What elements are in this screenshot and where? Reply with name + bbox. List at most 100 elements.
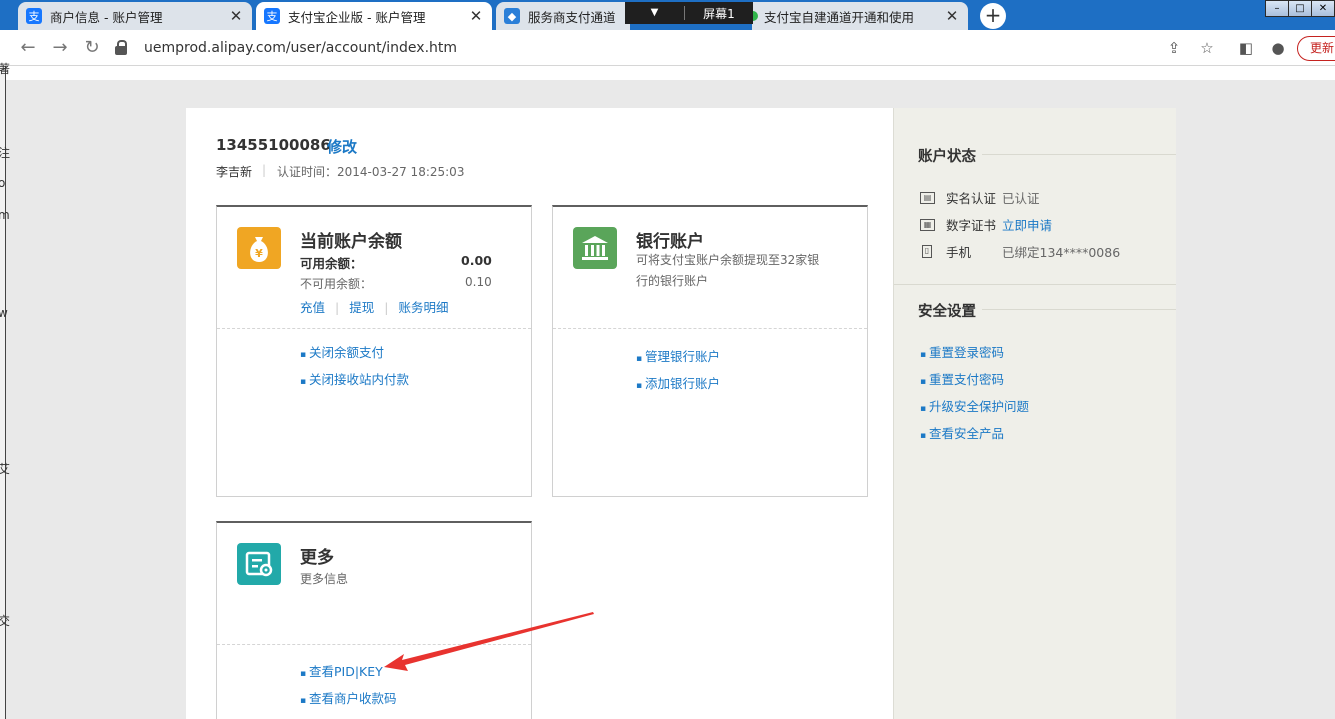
service-favicon-icon: ◆ — [504, 8, 520, 24]
divider: | — [335, 300, 340, 315]
url-field[interactable]: uemprod.alipay.com/user/account/index.ht… — [114, 35, 1160, 61]
money-bag-icon: ¥ — [237, 227, 281, 269]
address-bar: ← → ↻ uemprod.alipay.com/user/account/in… — [0, 30, 1335, 66]
bank-description-line1: 可将支付宝账户余额提现至32家银 — [636, 253, 820, 267]
certificate-icon: ▦ — [920, 218, 935, 231]
section-divider — [982, 309, 1176, 310]
account-name: 李吉新 — [216, 165, 253, 179]
bank-account-card: 银行账户 可将支付宝账户余额提现至32家银 行的银行账户 管理银行账户 添加银行… — [552, 205, 868, 497]
manage-bank-account-link[interactable]: 管理银行账户 — [636, 346, 720, 365]
strip-text: m — [0, 208, 10, 222]
account-main-panel: 13455100086 修改 李吉新 | 认证时间：2014-03-27 18:… — [186, 108, 893, 719]
page-top-band — [6, 66, 1335, 80]
strip-text: 注 — [0, 146, 11, 160]
screen-share-overlay[interactable]: ▼ 屏幕1 — [625, 2, 753, 24]
account-id: 13455100086 — [216, 136, 331, 154]
dashed-divider — [217, 644, 531, 645]
status-label: 实名认证 — [946, 191, 997, 206]
view-security-products-link[interactable]: 查看安全产品 — [920, 423, 1004, 442]
view-merchant-qrcode-link[interactable]: 查看商户收款码 — [300, 688, 397, 707]
strip-text: 艾 — [0, 462, 11, 476]
tab-title: 支付宝自建通道开通和使用 — [764, 9, 915, 25]
lock-icon — [114, 40, 128, 56]
alipay-favicon-icon: 支 — [264, 8, 280, 24]
withdraw-link[interactable]: 提现 — [349, 300, 374, 315]
more-settings-icon — [237, 543, 281, 585]
tab-title: 商户信息 - 账户管理 — [50, 9, 163, 25]
tab-merchant-info[interactable]: 支 商户信息 - 账户管理 ✕ — [18, 2, 252, 30]
tab-alipay-enterprise[interactable]: 支 支付宝企业版 - 账户管理 ✕ — [256, 2, 492, 30]
strip-text: o — [0, 176, 6, 190]
reset-payment-password-link[interactable]: 重置支付密码 — [920, 369, 1004, 388]
forward-arrow-icon[interactable]: → — [49, 38, 71, 58]
back-arrow-icon[interactable]: ← — [17, 38, 39, 58]
status-row-realname: ▤ 实名认证 已认证 — [920, 188, 1040, 207]
account-status-title: 账户状态 — [918, 149, 976, 165]
close-internal-payment-link[interactable]: 关闭接收站内付款 — [300, 369, 409, 388]
maximize-button[interactable]: □ — [1288, 0, 1312, 17]
apply-certificate-link[interactable]: 立即申请 — [1002, 215, 1052, 234]
edit-account-link[interactable]: 修改 — [327, 136, 357, 157]
screen-label: 屏幕1 — [703, 6, 735, 21]
close-window-button[interactable]: ✕ — [1311, 0, 1335, 17]
tab-title: 支付宝企业版 - 账户管理 — [288, 9, 426, 25]
profile-avatar-icon[interactable]: ● — [1268, 39, 1288, 57]
add-bank-account-link[interactable]: 添加银行账户 — [636, 373, 720, 392]
recharge-link[interactable]: 充值 — [300, 300, 325, 315]
security-settings-title: 安全设置 — [918, 304, 976, 320]
status-label: 数字证书 — [946, 218, 997, 233]
dashed-divider — [553, 328, 867, 329]
view-pid-key-link[interactable]: 查看PID|KEY — [300, 661, 383, 680]
account-sidebar: 账户状态 ▤ 实名认证 已认证 ▦ 数字证书 立即申请 ▯ 手机 已绑定134*… — [893, 108, 1176, 719]
browser-tab-bar: 支 商户信息 - 账户管理 ✕ 支 支付宝企业版 - 账户管理 ✕ ◆ 服务商支… — [0, 0, 1335, 30]
frozen-balance-label: 不可用余额： — [300, 277, 373, 291]
update-button[interactable]: 更新 — [1297, 36, 1335, 61]
window-controls: – □ ✕ — [1265, 0, 1335, 18]
frozen-balance-value: 0.10 — [465, 275, 492, 289]
divider: | — [262, 163, 267, 177]
side-panel-icon[interactable]: ◧ — [1236, 39, 1256, 57]
bank-icon — [573, 227, 617, 269]
reload-icon[interactable]: ↻ — [81, 38, 103, 58]
minimize-button[interactable]: – — [1265, 0, 1289, 17]
alipay-favicon-icon: 支 — [26, 8, 42, 24]
balance-title: 当前账户余额 — [300, 232, 402, 252]
strip-text: 著 — [0, 62, 11, 76]
tab-service-provider[interactable]: ◆ 服务商支付通道 — [496, 2, 630, 30]
tab-self-built-channel[interactable]: 支付宝自建通道开通和使用 ✕ — [748, 2, 968, 30]
chevron-down-icon[interactable]: ▼ — [625, 6, 685, 20]
balance-card: ¥ 当前账户余额 可用余额： 0.00 不可用余额： 0.10 充值 | 提现 | 账务… — [216, 205, 532, 497]
statement-link[interactable]: 账务明细 — [398, 300, 448, 315]
upgrade-security-question-link[interactable]: 升级安全保护问题 — [920, 396, 1029, 415]
new-tab-button[interactable]: + — [980, 3, 1006, 29]
status-value: 已认证 — [1002, 191, 1040, 206]
status-label: 手机 — [946, 245, 972, 260]
available-balance-value: 0.00 — [461, 253, 492, 268]
bank-title: 银行账户 — [636, 232, 704, 252]
status-row-phone: ▯ 手机 已绑定134****0086 — [920, 242, 1120, 261]
divider: | — [384, 300, 389, 315]
close-tab-icon[interactable]: ✕ — [226, 7, 246, 25]
bookmark-star-icon[interactable]: ☆ — [1197, 39, 1217, 57]
close-balance-payment-link[interactable]: 关闭余额支付 — [300, 342, 384, 361]
close-tab-icon[interactable]: ✕ — [942, 7, 962, 25]
share-icon[interactable]: ⇪ — [1164, 39, 1184, 57]
strip-text: w — [0, 306, 8, 320]
status-row-certificate: ▦ 数字证书 立即申请 — [920, 215, 1052, 234]
phone-icon: ▯ — [922, 245, 932, 258]
section-divider — [894, 284, 1176, 285]
close-tab-icon[interactable]: ✕ — [466, 7, 486, 25]
available-balance-label: 可用余额： — [300, 256, 363, 271]
strip-text: 交 — [0, 614, 11, 628]
section-divider — [982, 154, 1176, 155]
reset-login-password-link[interactable]: 重置登录密码 — [920, 342, 1004, 361]
more-title: 更多 — [300, 548, 334, 568]
left-window-strip: 著 注 o m w 艾 交 — [0, 62, 10, 719]
dashed-divider — [217, 328, 531, 329]
status-value: 已绑定134****0086 — [1002, 245, 1121, 260]
id-card-icon: ▤ — [920, 191, 935, 204]
verified-time: 认证时间：2014-03-27 18:25:03 — [277, 165, 465, 179]
more-card: 更多 更多信息 查看PID|KEY 查看商户收款码 — [216, 521, 532, 719]
balance-actions: 充值 | 提现 | 账务明细 — [300, 297, 448, 316]
tab-title: 服务商支付通道 — [528, 9, 616, 25]
